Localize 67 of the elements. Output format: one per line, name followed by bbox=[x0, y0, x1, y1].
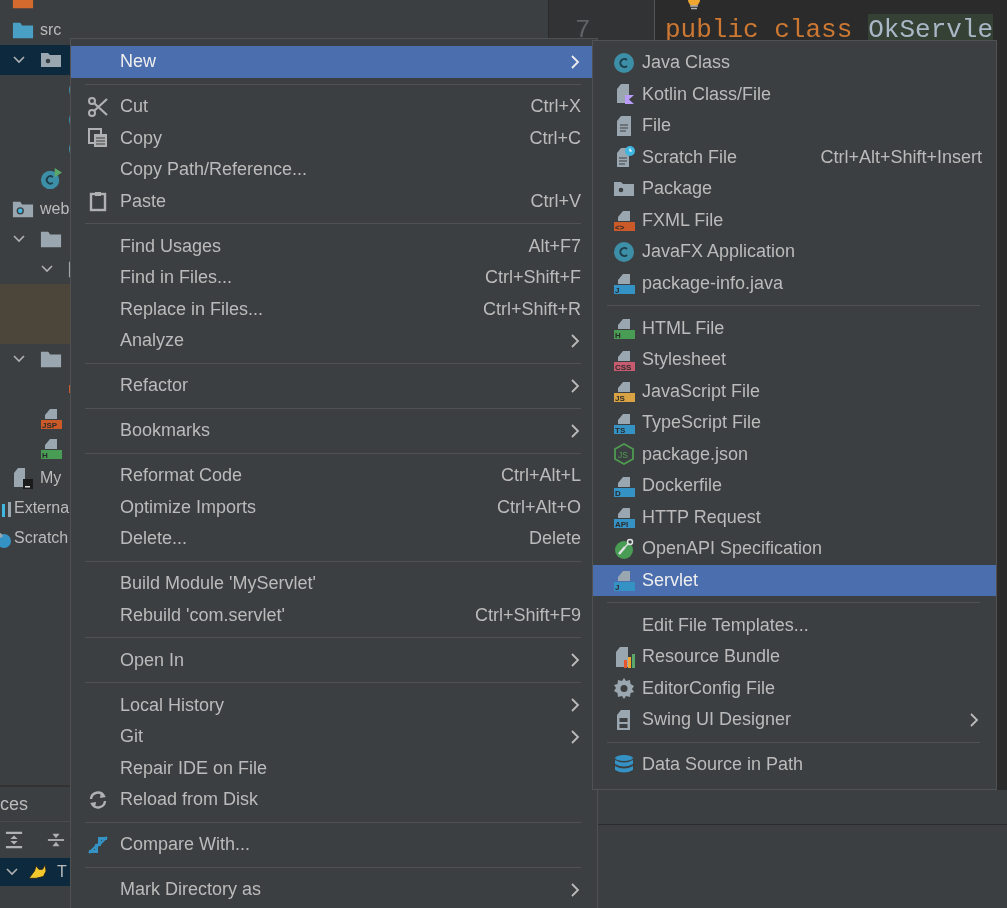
menu-item[interactable]: D Dockerfile bbox=[593, 470, 996, 502]
menu-item[interactable]: JavaFX Application bbox=[593, 236, 996, 268]
shortcut-label: Ctrl+Shift+F bbox=[484, 267, 581, 289]
class-icon bbox=[613, 240, 635, 263]
shortcut-label: Alt+F7 bbox=[528, 235, 581, 257]
shortcut-label: Ctrl+Alt+O bbox=[496, 496, 581, 518]
expand-all-icon[interactable] bbox=[5, 831, 23, 849]
menu-item[interactable]: J package-info.java bbox=[593, 267, 996, 299]
openapi-icon bbox=[613, 537, 635, 560]
shortcut-label: Ctrl+X bbox=[530, 96, 581, 118]
class-icon bbox=[613, 51, 635, 74]
menu-item[interactable]: JS JavaScript File bbox=[593, 375, 996, 407]
menu-item[interactable]: JS package.json bbox=[593, 438, 996, 470]
nodejs-icon: JS bbox=[613, 443, 635, 466]
menu-item[interactable]: Edit File Templates... bbox=[593, 609, 996, 641]
tree-row[interactable]: JSP bbox=[0, 403, 70, 434]
panel-title: ces bbox=[0, 793, 28, 815]
tree-item-label[interactable]: My bbox=[40, 469, 62, 488]
tree-item-label[interactable]: T bbox=[57, 863, 67, 881]
lightbulb-icon[interactable] bbox=[687, 0, 701, 10]
menu-item[interactable]: CSS Stylesheet bbox=[593, 344, 996, 376]
tree-row[interactable]: src bbox=[0, 14, 70, 45]
menu-item[interactable]: API HTTP Request bbox=[593, 501, 996, 533]
menu-item[interactable]: TS TypeScript File bbox=[593, 407, 996, 439]
menu-item[interactable]: Mark Directory as bbox=[71, 874, 597, 906]
code-token: public class bbox=[665, 14, 853, 46]
menu-item[interactable]: Reload from Disk bbox=[71, 784, 597, 816]
menu-item[interactable]: Kotlin Class/File bbox=[593, 78, 996, 110]
copy-icon bbox=[87, 127, 109, 150]
shortcut-label: Ctrl+C bbox=[529, 127, 581, 149]
menu-item[interactable]: Swing UI Designer bbox=[593, 704, 996, 736]
menu-item[interactable]: Resource Bundle bbox=[593, 641, 996, 673]
tree-row[interactable] bbox=[0, 44, 70, 75]
runnable-class-icon bbox=[40, 168, 62, 191]
settings-icon bbox=[613, 677, 635, 700]
menu-item[interactable]: J Servlet bbox=[593, 564, 996, 596]
scissors-icon bbox=[87, 95, 109, 118]
tree-row[interactable]: Externa bbox=[0, 493, 70, 524]
tree-item-label[interactable]: src bbox=[40, 20, 62, 39]
shortcut-label: Ctrl+Shift+R bbox=[482, 298, 581, 320]
menu-item[interactable]: EditorConfig File bbox=[593, 672, 996, 704]
shortcut-label: Ctrl+Alt+Shift+Insert bbox=[820, 146, 982, 168]
reload-icon bbox=[87, 788, 109, 811]
menu-item[interactable]: Data Source in Path bbox=[593, 749, 996, 781]
tree-item-label[interactable]: Externa bbox=[14, 499, 70, 518]
compare-arrows-icon bbox=[87, 833, 109, 856]
menu-item[interactable]: Scratch File Ctrl+Alt+Shift+Insert bbox=[593, 141, 996, 173]
tree-item-label[interactable]: web bbox=[40, 200, 70, 219]
menu-item[interactable]: <> FXML File bbox=[593, 204, 996, 236]
menu-item[interactable]: H HTML File bbox=[593, 312, 996, 344]
tree-item-label[interactable]: Scratch bbox=[14, 528, 69, 547]
menu-item[interactable]: File bbox=[593, 110, 996, 142]
shortcut-label: Ctrl+V bbox=[530, 190, 581, 212]
menu-item[interactable]: OpenAPI Specification bbox=[593, 533, 996, 565]
shortcut-label: Ctrl+Alt+L bbox=[500, 465, 581, 487]
tree-row[interactable]: My bbox=[0, 463, 70, 494]
tree-row[interactable]: Scratch bbox=[0, 523, 70, 553]
menu-item[interactable]: Package bbox=[593, 173, 996, 205]
tree-row[interactable]: H bbox=[0, 433, 70, 464]
resource-bundle-icon bbox=[613, 645, 635, 668]
collapse-all-icon[interactable] bbox=[47, 831, 65, 849]
menu-item[interactable]: Compare With... bbox=[71, 829, 597, 861]
module-file-icon bbox=[12, 467, 34, 490]
shortcut-label: Ctrl+Shift+F9 bbox=[474, 604, 581, 626]
tree-row[interactable]: web bbox=[0, 194, 70, 225]
shortcut-label: Delete bbox=[528, 528, 581, 550]
clipboard-icon bbox=[87, 190, 109, 213]
